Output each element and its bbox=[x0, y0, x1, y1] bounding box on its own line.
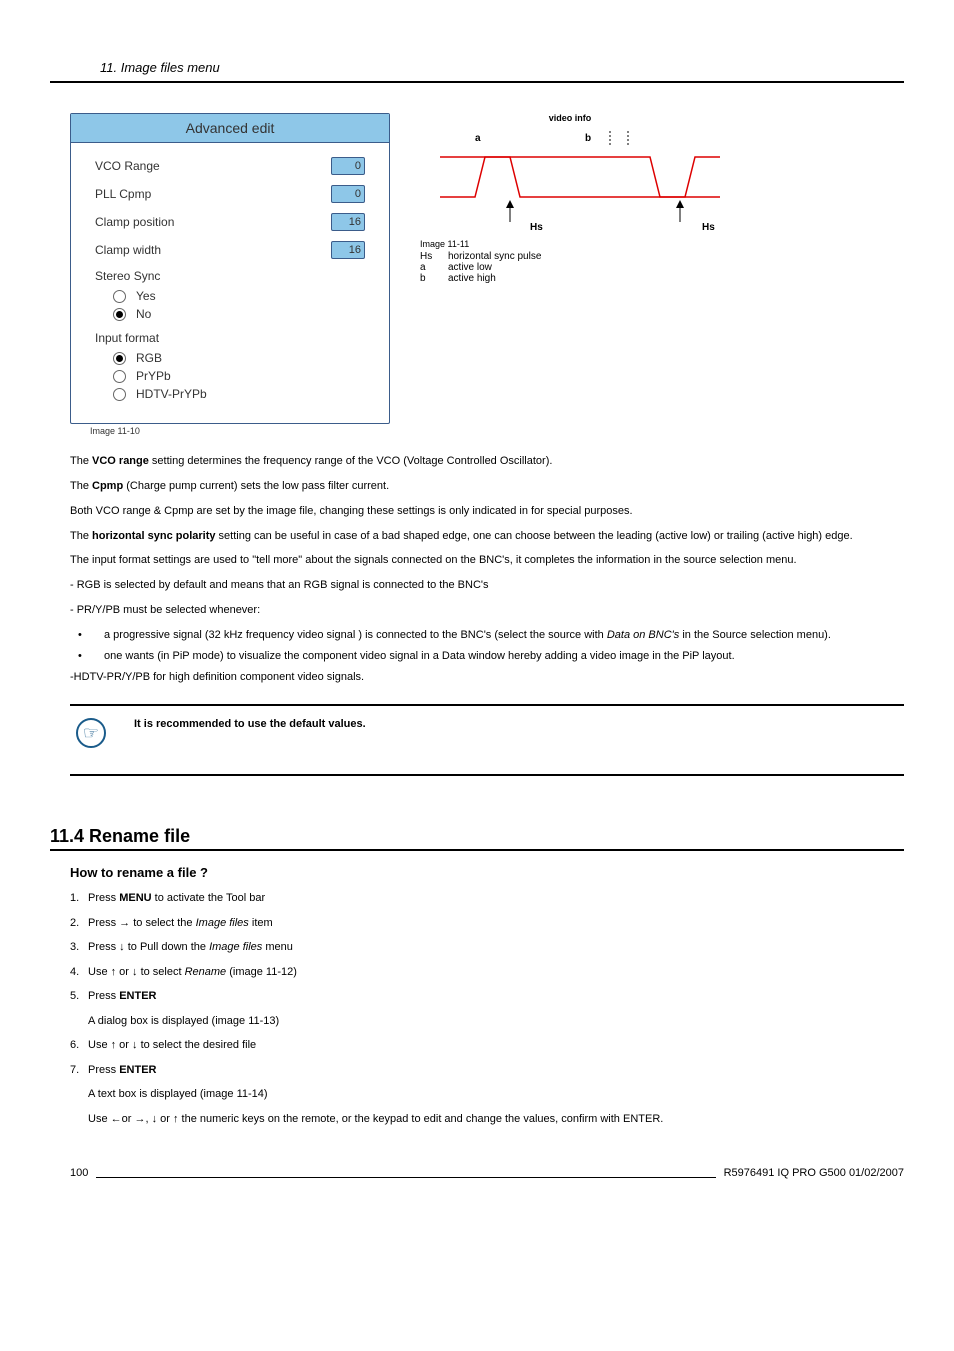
doc-id: R5976491 IQ PRO G500 01/02/2007 bbox=[724, 1167, 904, 1179]
input-hdtv-radio[interactable]: HDTV-PrYPb bbox=[113, 387, 365, 401]
step-4: 4.Use ↑ or ↓ to select Rename (image 11-… bbox=[70, 964, 904, 981]
para-input-format: The input format settings are used to "t… bbox=[70, 553, 904, 568]
bullet-pip: one wants (in PiP mode) to visualize the… bbox=[70, 649, 904, 664]
panel-caption: Image 11-10 bbox=[70, 426, 390, 436]
step-3: 3.Press ↓ to Pull down the Image files m… bbox=[70, 939, 904, 956]
clamp-width-label: Clamp width bbox=[95, 243, 161, 257]
note-text: It is recommended to use the default val… bbox=[134, 716, 366, 730]
para-prypb: - PR/Y/PB must be selected whenever: bbox=[70, 603, 904, 618]
para-hdtv: -HDTV-PR/Y/PB for high definition compon… bbox=[70, 670, 904, 685]
pointing-hand-icon: ☞ bbox=[76, 718, 106, 748]
bullet-progressive: a progressive signal (32 kHz frequency v… bbox=[70, 628, 904, 643]
diagram-caption: Image 11-11 bbox=[420, 239, 904, 249]
diagram-hs-right: Hs bbox=[702, 222, 715, 233]
para-hsync: The horizontal sync polarity setting can… bbox=[70, 529, 904, 544]
step-7: 7.Press ENTER bbox=[70, 1062, 904, 1079]
input-rgb-label: RGB bbox=[136, 351, 162, 365]
para-cpmp: The Cpmp (Charge pump current) sets the … bbox=[70, 479, 904, 494]
stereo-no-radio[interactable]: No bbox=[113, 307, 365, 321]
stereo-no-label: No bbox=[136, 307, 151, 321]
footer-rule bbox=[96, 1177, 715, 1178]
step-2: 2.Press → to select the Image files item bbox=[70, 915, 904, 932]
input-hdtv-label: HDTV-PrYPb bbox=[136, 387, 207, 401]
pll-cpmp-label: PLL Cpmp bbox=[95, 187, 151, 201]
diagram-b-label: b bbox=[585, 133, 591, 144]
section-subheading: How to rename a file ? bbox=[70, 865, 904, 880]
panel-title: Advanced edit bbox=[71, 114, 389, 143]
diagram-a-label: a bbox=[475, 133, 481, 144]
radio-icon bbox=[113, 388, 126, 401]
page-header: 11. Image files menu bbox=[50, 60, 904, 83]
step-5: 5.Press ENTER bbox=[70, 988, 904, 1005]
radio-icon bbox=[113, 370, 126, 383]
step-1: 1.Press MENU to activate the Tool bar bbox=[70, 890, 904, 907]
para-vco: The VCO range setting determines the fre… bbox=[70, 454, 904, 469]
step-7-sub1: A text box is displayed (image 11-14) bbox=[88, 1086, 904, 1103]
step-5-sub: A dialog box is displayed (image 11-13) bbox=[88, 1013, 904, 1030]
clamp-position-input[interactable]: 16 bbox=[331, 213, 365, 231]
radio-icon bbox=[113, 290, 126, 303]
stereo-yes-label: Yes bbox=[136, 289, 156, 303]
clamp-width-input[interactable]: 16 bbox=[331, 241, 365, 259]
sync-diagram: a b Hs Hs bbox=[420, 127, 720, 237]
input-prypb-radio[interactable]: PrYPb bbox=[113, 369, 365, 383]
vco-range-input[interactable]: 0 bbox=[331, 157, 365, 175]
input-rgb-radio[interactable]: RGB bbox=[113, 351, 365, 365]
para-rgb: - RGB is selected by default and means t… bbox=[70, 578, 904, 593]
vco-range-label: VCO Range bbox=[95, 159, 160, 173]
page-number: 100 bbox=[70, 1167, 88, 1179]
radio-icon bbox=[113, 352, 126, 365]
radio-icon bbox=[113, 308, 126, 321]
input-prypb-label: PrYPb bbox=[136, 369, 171, 383]
diagram-hs-left: Hs bbox=[530, 222, 543, 233]
diagram-legend: Hshorizontal sync pulse aactive low bact… bbox=[420, 251, 904, 284]
clamp-position-label: Clamp position bbox=[95, 215, 174, 229]
advanced-edit-panel: Advanced edit VCO Range 0 PLL Cpmp 0 Cla… bbox=[70, 113, 390, 424]
note-box: ☞ It is recommended to use the default v… bbox=[70, 704, 904, 776]
stereo-sync-label: Stereo Sync bbox=[95, 269, 365, 283]
pll-cpmp-input[interactable]: 0 bbox=[331, 185, 365, 203]
diagram-title: video info bbox=[420, 113, 720, 123]
step-6: 6.Use ↑ or ↓ to select the desired file bbox=[70, 1037, 904, 1054]
step-7-sub2: Use ←or →, ↓ or ↑ the numeric keys on th… bbox=[88, 1111, 904, 1128]
para-vco-cpmp: Both VCO range & Cpmp are set by the ima… bbox=[70, 504, 904, 519]
input-format-label: Input format bbox=[95, 331, 365, 345]
section-heading: 11.4 Rename file bbox=[50, 826, 904, 851]
stereo-yes-radio[interactable]: Yes bbox=[113, 289, 365, 303]
